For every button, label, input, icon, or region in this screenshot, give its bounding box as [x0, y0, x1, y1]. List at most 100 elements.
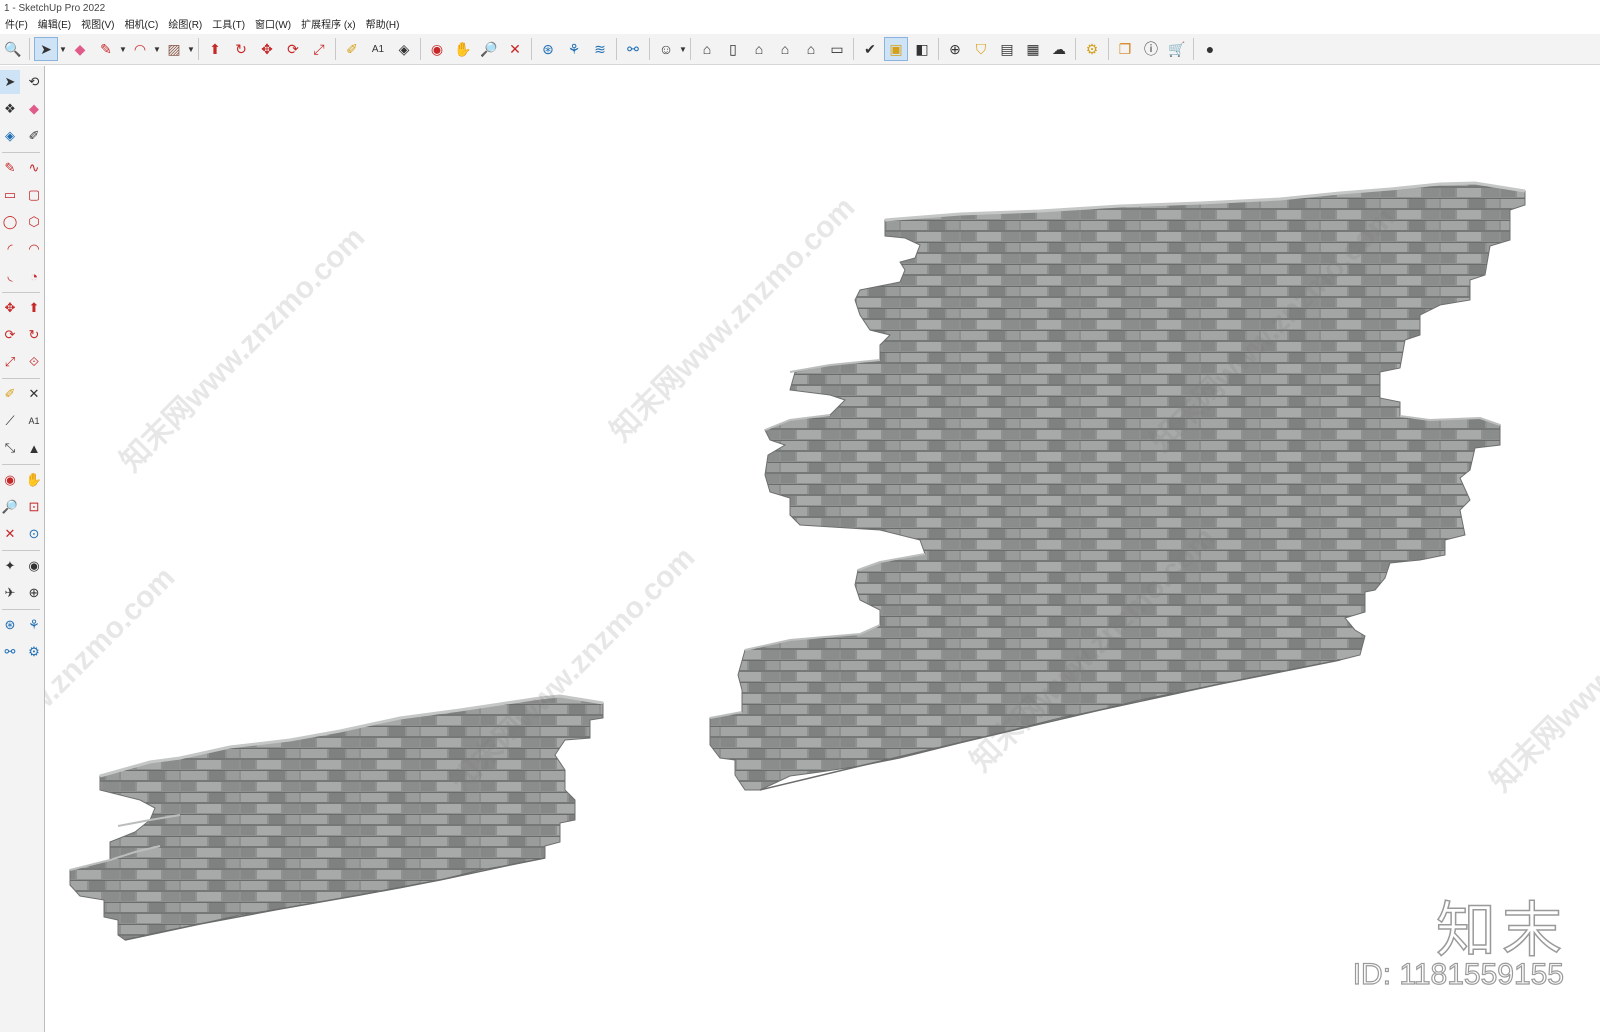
chevron-down-icon[interactable]: ▼	[119, 45, 127, 54]
pan-icon[interactable]: ✋	[451, 37, 475, 61]
profile-icon[interactable]: ●	[1198, 37, 1222, 61]
right-view-icon[interactable]: ▭	[825, 37, 849, 61]
warehouse-icon[interactable]: ⊛	[0, 613, 20, 637]
rotated-rectangle-icon[interactable]: ▢	[24, 183, 44, 207]
share-model-icon[interactable]: ⚯	[0, 640, 20, 664]
arc-icon[interactable]: ◜	[0, 237, 20, 261]
model-viewport[interactable]: 知末网www.znzmo.com 知末网www.znzmo.com 知末网www…	[45, 65, 1600, 1032]
rectangle-icon[interactable]: ▨	[162, 37, 186, 61]
zoom-extents-icon[interactable]: ✕	[503, 37, 527, 61]
look-around-icon[interactable]: ◉	[24, 554, 44, 578]
account-icon[interactable]: ☺	[654, 37, 678, 61]
menu-view[interactable]: 视图(V)	[76, 18, 119, 34]
chevron-down-icon[interactable]: ▼	[679, 45, 687, 54]
scenes-icon[interactable]: ⚯	[621, 37, 645, 61]
orbit-icon[interactable]: ⟲	[24, 70, 44, 94]
chevron-down-icon[interactable]: ▼	[187, 45, 195, 54]
select-arrow-icon[interactable]: ➤	[0, 70, 20, 94]
eraser-icon[interactable]: ◆	[24, 97, 44, 121]
line-icon[interactable]: ✎	[0, 156, 20, 180]
zoom-extents-icon[interactable]: ✕	[0, 522, 20, 546]
menu-draw[interactable]: 绘图(R)	[163, 18, 207, 34]
two-point-arc-icon[interactable]: ◠	[24, 237, 44, 261]
pan-icon[interactable]: ✋	[24, 468, 44, 492]
menu-file[interactable]: 件(F)	[0, 18, 33, 34]
three-point-arc-icon[interactable]: ◟	[0, 264, 20, 288]
orbit-icon[interactable]: ◉	[0, 468, 20, 492]
select-arrow-icon[interactable]: ➤	[34, 37, 58, 61]
freehand-arc-icon[interactable]: ◠	[128, 37, 152, 61]
move-icon[interactable]: ✥	[0, 296, 20, 320]
zoom-icon[interactable]: 🔎	[477, 37, 501, 61]
zoom-window-icon[interactable]: 🔍	[1, 37, 25, 61]
follow-me-icon[interactable]: ↻	[24, 323, 44, 347]
solid-tools-icon[interactable]: ✔	[858, 37, 882, 61]
scale-icon[interactable]: ⤢	[307, 37, 331, 61]
cloud-upload-icon[interactable]: ☁	[1047, 37, 1071, 61]
scale-icon[interactable]: ⤢	[0, 350, 20, 374]
shield-icon[interactable]: ⛉	[969, 37, 993, 61]
layers-icon[interactable]: ≋	[588, 37, 612, 61]
paint-bucket-icon[interactable]: ◈	[392, 37, 416, 61]
follow-me-icon[interactable]: ↻	[229, 37, 253, 61]
dimension-icon[interactable]: ✕	[24, 382, 44, 406]
classifier-icon[interactable]: ▤	[995, 37, 1019, 61]
tag-icon[interactable]: ✐	[24, 124, 44, 148]
extension-warehouse-icon[interactable]: ⚘	[24, 613, 44, 637]
tape-measure-icon[interactable]: ✐	[340, 37, 364, 61]
pie-icon[interactable]: ◔	[24, 264, 44, 288]
cart-icon[interactable]: 🛒	[1165, 37, 1189, 61]
warehouse-icon[interactable]: ⊛	[536, 37, 560, 61]
axes-icon[interactable]: ⤡	[0, 436, 20, 460]
menu-window[interactable]: 窗口(W)	[250, 18, 296, 34]
previous-view-icon[interactable]: ⊙	[24, 522, 44, 546]
eraser-icon[interactable]: ◆	[68, 37, 92, 61]
rotate-icon[interactable]: ⟳	[0, 323, 20, 347]
menu-tools[interactable]: 工具(T)	[207, 18, 250, 34]
rectangle-icon[interactable]: ▭	[0, 183, 20, 207]
text-icon[interactable]: A1	[366, 37, 390, 61]
menu-camera[interactable]: 相机(C)	[119, 18, 163, 34]
push-pull-icon[interactable]: ⬆	[203, 37, 227, 61]
add-location-icon[interactable]: ⊕	[943, 37, 967, 61]
back-view-icon[interactable]: ⌂	[773, 37, 797, 61]
walk-icon[interactable]: ✈	[0, 581, 20, 605]
chevron-down-icon[interactable]: ▼	[59, 45, 67, 54]
text-icon[interactable]: A1	[24, 409, 44, 433]
menu-help[interactable]: 帮助(H)	[361, 18, 405, 34]
left-view-icon[interactable]: ⌂	[799, 37, 823, 61]
position-camera-icon[interactable]: ✦	[0, 554, 20, 578]
large-stone-wall[interactable]	[709, 181, 1526, 791]
top-view-icon[interactable]: ⌂	[747, 37, 771, 61]
rotate-icon[interactable]: ⟳	[281, 37, 305, 61]
3d-text-icon[interactable]: ▲	[24, 436, 44, 460]
paint-bucket-icon[interactable]: ◈	[0, 124, 20, 148]
zoom-icon[interactable]: 🔎	[0, 495, 20, 519]
checker-icon[interactable]: ▦	[1021, 37, 1045, 61]
iso-view-icon[interactable]: ⌂	[695, 37, 719, 61]
section-plane-icon[interactable]: ▣	[884, 37, 908, 61]
front-view-icon[interactable]: ▯	[721, 37, 745, 61]
orbit-icon[interactable]: ◉	[425, 37, 449, 61]
section-plane-icon[interactable]: ⊕	[24, 581, 44, 605]
make-component-icon[interactable]: ❖	[0, 97, 20, 121]
info-icon[interactable]: ⓘ	[1139, 37, 1163, 61]
extension-settings-icon[interactable]: ⚙	[1080, 37, 1104, 61]
chevron-down-icon[interactable]: ▼	[153, 45, 161, 54]
menu-edit[interactable]: 编辑(E)	[33, 18, 76, 34]
push-pull-icon[interactable]: ⬆	[24, 296, 44, 320]
display-section-icon[interactable]: ◧	[910, 37, 934, 61]
pencil-line-icon[interactable]: ✎	[94, 37, 118, 61]
styles-icon[interactable]: ⚘	[562, 37, 586, 61]
extension-manager-icon[interactable]: ⚙	[24, 640, 44, 664]
polygon-icon[interactable]: ⬡	[24, 210, 44, 234]
freehand-icon[interactable]: ∿	[24, 156, 44, 180]
tape-measure-icon[interactable]: ✐	[0, 382, 20, 406]
protractor-icon[interactable]: ⟋	[0, 409, 20, 433]
circle-icon[interactable]: ◯	[0, 210, 20, 234]
menu-extensions[interactable]: 扩展程序 (x)	[296, 18, 360, 34]
offset-icon[interactable]: ⟐	[24, 350, 44, 374]
move-icon[interactable]: ✥	[255, 37, 279, 61]
layout-icon[interactable]: ❐	[1113, 37, 1137, 61]
zoom-window-icon[interactable]: ⊡	[24, 495, 44, 519]
